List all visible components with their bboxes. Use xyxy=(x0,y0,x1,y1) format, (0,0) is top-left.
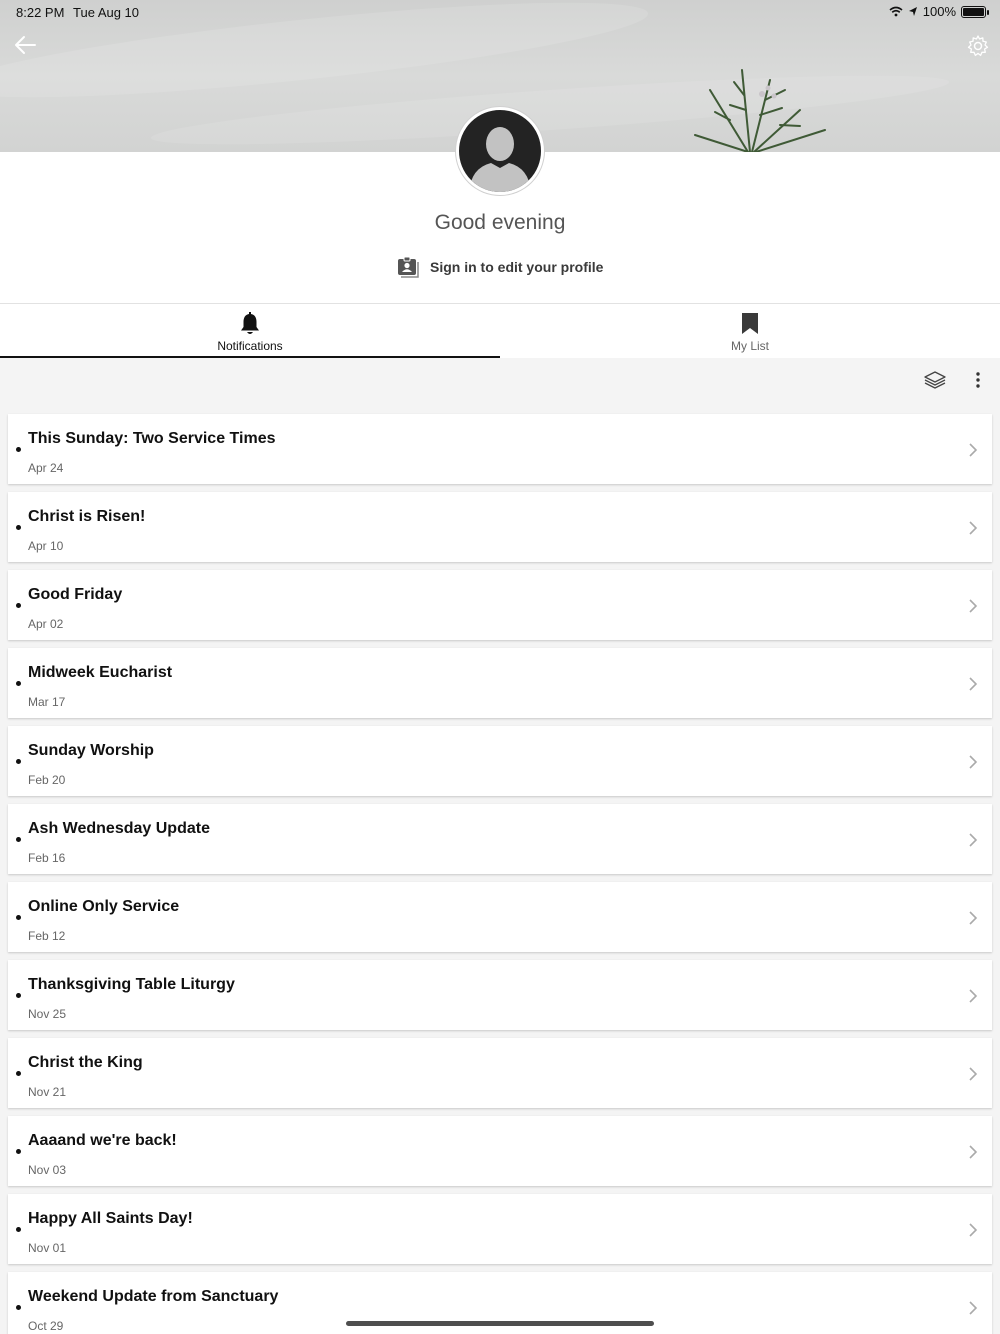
location-arrow-icon xyxy=(908,7,917,16)
item-date: Apr 10 xyxy=(28,539,64,553)
item-title: Thanksgiving Table Liturgy xyxy=(28,976,235,993)
list-item[interactable]: This Sunday: Two Service Times Apr 24 xyxy=(8,414,992,484)
list-item[interactable]: Ash Wednesday Update Feb 16 xyxy=(8,804,992,874)
chevron-right-icon xyxy=(969,911,978,925)
chevron-right-icon xyxy=(969,755,978,769)
greeting-text: Good evening xyxy=(434,211,566,234)
item-date: Feb 12 xyxy=(28,929,66,943)
chevron-right-icon xyxy=(969,1223,978,1237)
tab-my-list[interactable]: My List xyxy=(500,304,1000,358)
chevron-right-icon xyxy=(969,1145,978,1159)
unread-dot xyxy=(16,525,21,530)
tab-bar: Notifications My List xyxy=(0,304,1000,358)
unread-dot xyxy=(16,681,21,686)
arrow-left-icon[interactable] xyxy=(12,33,38,57)
status-time: 8:22 PM xyxy=(16,5,65,20)
layers-icon[interactable] xyxy=(924,370,946,390)
item-date: Mar 17 xyxy=(28,695,66,709)
chevron-right-icon xyxy=(969,1067,978,1081)
item-title: Sunday Worship xyxy=(28,742,154,759)
item-date: Nov 21 xyxy=(28,1085,67,1099)
item-date: Nov 03 xyxy=(28,1163,67,1177)
item-date: Apr 24 xyxy=(28,461,64,475)
item-title: Happy All Saints Day! xyxy=(28,1210,193,1227)
unread-dot xyxy=(16,1305,21,1310)
chevron-right-icon xyxy=(969,599,978,613)
chevron-right-icon xyxy=(969,677,978,691)
unread-dot xyxy=(16,759,21,764)
list-item[interactable]: Thanksgiving Table Liturgy Nov 25 xyxy=(8,960,992,1030)
item-title: Midweek Eucharist xyxy=(28,664,173,681)
status-bar: 8:22 PM Tue Aug 10 100% xyxy=(0,0,1000,24)
list-toolbar xyxy=(0,358,1000,406)
unread-dot xyxy=(16,837,21,842)
notification-list: This Sunday: Two Service Times Apr 24 Ch… xyxy=(8,414,992,1334)
signin-label: Sign in to edit your profile xyxy=(430,259,604,275)
item-date: Apr 02 xyxy=(28,617,64,631)
list-item[interactable]: Christ is Risen! Apr 10 xyxy=(8,492,992,562)
list-item[interactable]: Happy All Saints Day! Nov 01 xyxy=(8,1194,992,1264)
item-title: Online Only Service xyxy=(28,898,180,915)
battery-percent: 100% xyxy=(922,4,956,19)
unread-dot xyxy=(16,603,21,608)
unread-dot xyxy=(16,447,21,452)
item-date: Feb 16 xyxy=(28,851,66,865)
item-date: Nov 01 xyxy=(28,1241,67,1255)
chevron-right-icon xyxy=(969,989,978,1003)
chevron-right-icon xyxy=(969,521,978,535)
item-title: Good Friday xyxy=(28,586,123,603)
tab-my-list-label: My List xyxy=(730,339,769,353)
bookmark-icon xyxy=(742,313,758,334)
contact-card-icon xyxy=(398,256,419,278)
battery-icon xyxy=(961,5,989,18)
status-indicators: 100% xyxy=(889,4,989,19)
unread-dot xyxy=(16,1149,21,1154)
signin-button[interactable]: Sign in to edit your profile xyxy=(396,255,603,279)
wifi-icon xyxy=(889,6,903,17)
home-indicator[interactable] xyxy=(346,1321,654,1326)
status-date: Tue Aug 10 xyxy=(73,5,140,20)
chevron-right-icon xyxy=(969,443,978,457)
plant-image xyxy=(694,69,826,152)
item-title: This Sunday: Two Service Times xyxy=(28,430,276,447)
item-date: Feb 20 xyxy=(28,773,66,787)
chevron-right-icon xyxy=(969,833,978,847)
tab-notifications[interactable]: Notifications xyxy=(0,304,500,358)
list-item[interactable]: Christ the King Nov 21 xyxy=(8,1038,992,1108)
unread-dot xyxy=(16,1071,21,1076)
unread-dot xyxy=(16,915,21,920)
vertical-dots-icon[interactable] xyxy=(970,370,986,390)
item-title: Aaaand we're back! xyxy=(28,1132,177,1149)
list-item[interactable]: Good Friday Apr 02 xyxy=(8,570,992,640)
app-root: 8:22 PM Tue Aug 10 100% Good evening Sig… xyxy=(0,0,1000,1334)
bell-icon xyxy=(241,312,259,334)
item-date: Oct 29 xyxy=(28,1319,64,1333)
unread-dot xyxy=(16,993,21,998)
list-item[interactable]: Online Only Service Feb 12 xyxy=(8,882,992,952)
list-item[interactable]: Aaaand we're back! Nov 03 xyxy=(8,1116,992,1186)
gear-icon[interactable] xyxy=(966,34,990,58)
unread-dot xyxy=(16,1227,21,1232)
item-title: Ash Wednesday Update xyxy=(28,820,210,837)
item-title: Weekend Update from Sanctuary xyxy=(28,1288,279,1305)
item-date: Nov 25 xyxy=(28,1007,67,1021)
tab-notifications-label: Notifications xyxy=(217,339,283,353)
item-title: Christ the King xyxy=(28,1054,143,1071)
list-item[interactable]: Midweek Eucharist Mar 17 xyxy=(8,648,992,718)
list-item[interactable]: Sunday Worship Feb 20 xyxy=(8,726,992,796)
user-silhouette-icon[interactable] xyxy=(456,107,544,195)
chevron-right-icon xyxy=(969,1301,978,1315)
item-title: Christ is Risen! xyxy=(28,508,146,525)
